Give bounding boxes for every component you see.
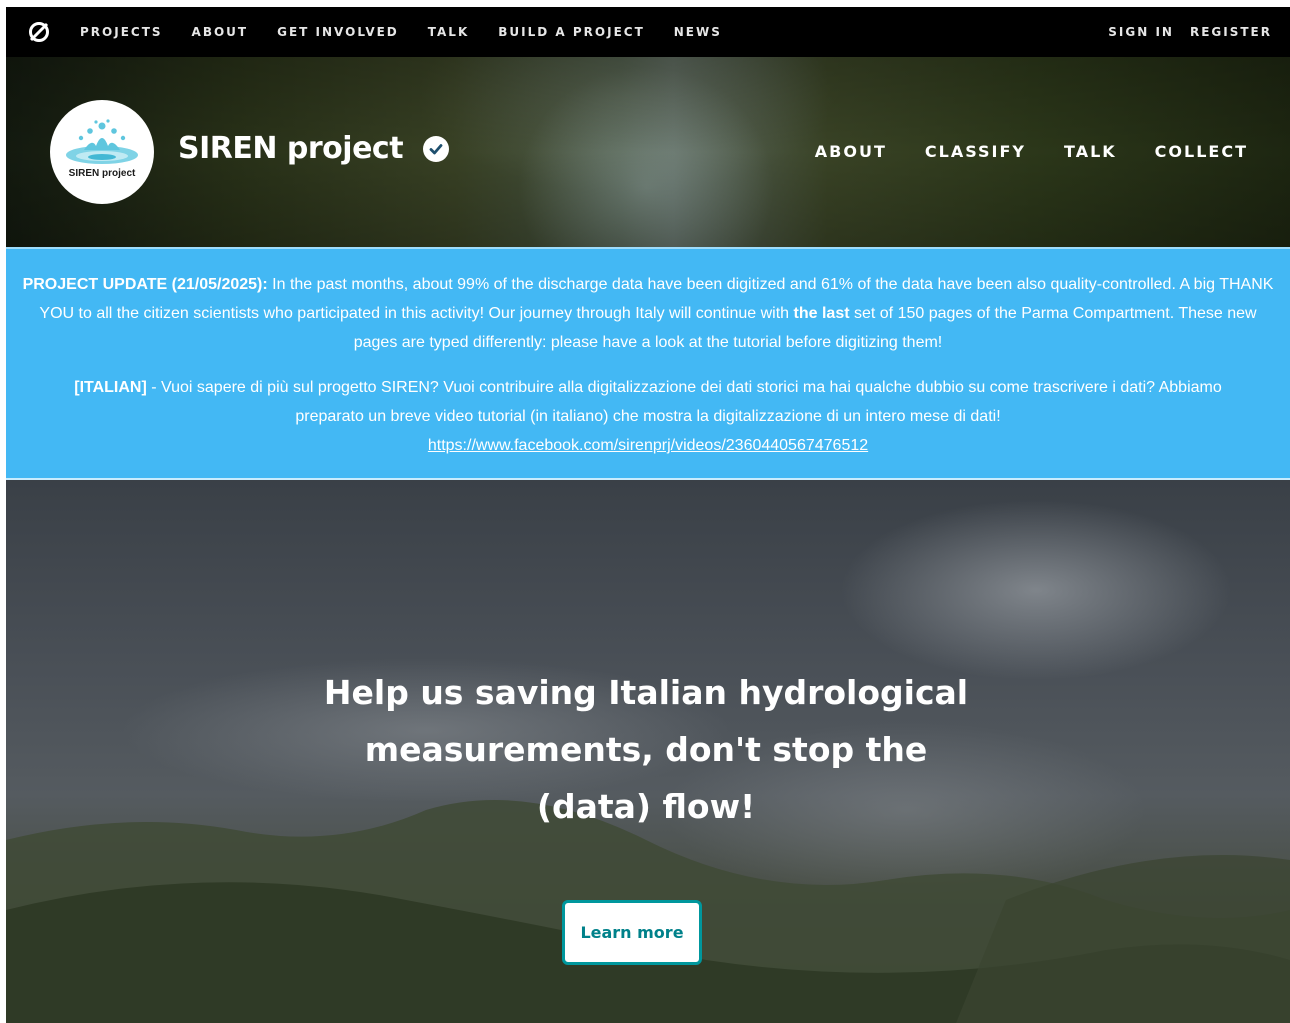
- top-nav-get-involved[interactable]: GET INVOLVED: [277, 25, 399, 39]
- project-update-text: PROJECT UPDATE (21/05/2025): In the past…: [6, 270, 1290, 357]
- italian-text: [ITALIAN] - Vuoi sapere di più sul proge…: [6, 373, 1290, 460]
- project-name[interactable]: SIREN project: [178, 131, 404, 166]
- project-header: SIREN project SIREN project ABOUT CLASSI…: [6, 57, 1290, 247]
- verified-check-icon: [423, 135, 450, 162]
- register-link[interactable]: REGISTER: [1190, 25, 1272, 39]
- italian-body: - Vuoi sapere di più sul progetto SIREN?…: [146, 379, 1222, 425]
- sign-in-link[interactable]: SIGN IN: [1108, 25, 1174, 39]
- project-avatar[interactable]: SIREN project: [50, 100, 154, 204]
- update-bold: the last: [793, 305, 850, 322]
- project-nav-collect[interactable]: COLLECT: [1155, 142, 1248, 161]
- top-nav-projects[interactable]: PROJECTS: [80, 25, 163, 39]
- project-logo-text: SIREN project: [68, 168, 136, 179]
- top-nav-links: PROJECTS ABOUT GET INVOLVED TALK BUILD A…: [80, 25, 751, 39]
- browser-page: PROJECTS ABOUT GET INVOLVED TALK BUILD A…: [6, 7, 1290, 1023]
- hero-line-3: (data) flow!: [536, 787, 756, 826]
- top-nav-about[interactable]: ABOUT: [192, 25, 249, 39]
- site-top-nav: PROJECTS ABOUT GET INVOLVED TALK BUILD A…: [6, 7, 1290, 57]
- project-title: SIREN project: [178, 131, 450, 166]
- hero-section: Help us saving Italian hydrological meas…: [6, 480, 1290, 1023]
- hero-line-2: measurements, don't stop the: [364, 730, 928, 769]
- top-nav-talk[interactable]: TALK: [428, 25, 470, 39]
- top-nav-account: SIGN IN REGISTER: [1092, 7, 1272, 57]
- hero-line-1: Help us saving Italian hydrological: [323, 673, 969, 712]
- update-label: PROJECT UPDATE (21/05/2025):: [22, 276, 268, 293]
- italian-label: [ITALIAN]: [74, 379, 147, 396]
- project-nav: ABOUT CLASSIFY TALK COLLECT: [777, 142, 1248, 161]
- top-nav-news[interactable]: NEWS: [674, 25, 722, 39]
- announcement-banner: PROJECT UPDATE (21/05/2025): In the past…: [6, 247, 1290, 480]
- facebook-video-link[interactable]: https://www.facebook.com/sirenprj/videos…: [428, 437, 868, 454]
- project-nav-talk[interactable]: TALK: [1064, 142, 1117, 161]
- hero-heading: Help us saving Italian hydrological meas…: [296, 664, 996, 835]
- top-nav-build-a-project[interactable]: BUILD A PROJECT: [498, 25, 645, 39]
- project-nav-classify[interactable]: CLASSIFY: [925, 142, 1026, 161]
- learn-more-button[interactable]: Learn more: [562, 900, 702, 965]
- zooniverse-logo-icon[interactable]: [26, 19, 52, 45]
- project-nav-about[interactable]: ABOUT: [815, 142, 887, 161]
